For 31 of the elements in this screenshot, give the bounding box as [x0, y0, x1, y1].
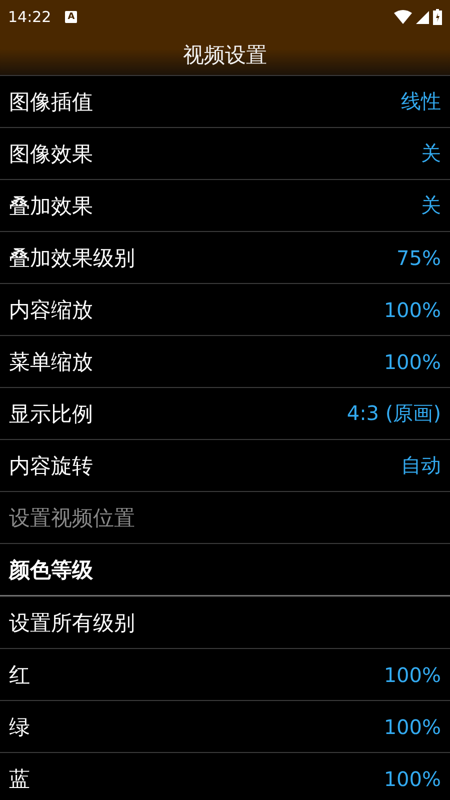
- setting-value[interactable]: 自动: [401, 452, 441, 479]
- setting-label[interactable]: 内容旋转: [9, 452, 93, 480]
- screen-title: 视频设置: [182, 42, 268, 68]
- setting-value[interactable]: 100%: [384, 662, 441, 686]
- setting-label[interactable]: 内容缩放: [9, 296, 93, 324]
- setting-value[interactable]: 4:3 (原画): [346, 400, 441, 427]
- setting-label[interactable]: 图像效果: [9, 140, 93, 168]
- signal-icon: [416, 10, 429, 24]
- setting-value[interactable]: 线性: [401, 88, 441, 115]
- battery-icon: [433, 9, 442, 25]
- setting-label[interactable]: 红: [9, 660, 30, 688]
- setting-value[interactable]: 75%: [396, 246, 441, 270]
- setting-label[interactable]: 图像插值: [9, 88, 93, 116]
- setting-value[interactable]: 关: [421, 140, 441, 167]
- setting-value[interactable]: 100%: [384, 714, 441, 738]
- setting-label[interactable]: 绿: [9, 712, 30, 740]
- setting-value[interactable]: 100%: [384, 298, 441, 322]
- setting-value[interactable]: 100%: [384, 350, 441, 374]
- status-time: 14:22: [8, 8, 52, 26]
- setting-label[interactable]: 菜单缩放: [9, 348, 93, 376]
- setting-label[interactable]: 显示比例: [9, 400, 93, 428]
- wifi-icon: [394, 10, 412, 24]
- section-header: 颜色等级: [9, 556, 93, 584]
- setting-value[interactable]: 100%: [384, 766, 441, 790]
- setting-value[interactable]: 关: [421, 192, 441, 219]
- setting-label[interactable]: 叠加效果: [9, 192, 93, 220]
- setting-label: 设置视频位置: [9, 504, 135, 532]
- notification-icon: A: [65, 11, 78, 23]
- setting-label[interactable]: 设置所有级别: [9, 608, 135, 636]
- setting-label[interactable]: 蓝: [9, 764, 30, 792]
- setting-label[interactable]: 叠加效果级别: [9, 244, 135, 272]
